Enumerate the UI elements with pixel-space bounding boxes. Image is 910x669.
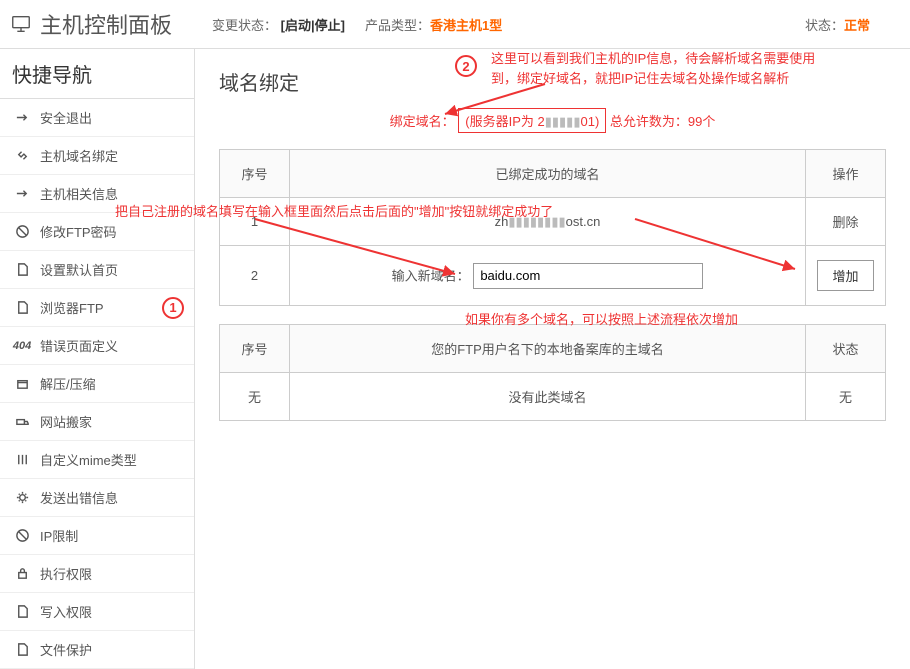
sidebar-item-label: 主机相关信息: [40, 184, 118, 203]
sidebar-item-label: IP限制: [40, 526, 78, 545]
th-status: 状态: [806, 325, 886, 373]
arrow-right-icon: [14, 186, 30, 202]
input-label: 输入新域名：: [392, 268, 470, 283]
host-status: 状态：正常: [805, 15, 870, 34]
sidebar-title: 快捷导航: [0, 49, 194, 99]
page-icon: [14, 642, 30, 658]
sidebar-item-domain-bind[interactable]: 主机域名绑定: [0, 137, 194, 175]
cell-domain: 没有此类域名: [290, 373, 806, 421]
cell-domain: zh▮▮▮▮▮▮▮▮ost.cn: [290, 198, 806, 246]
change-status: 变更状态： [启动|停止]: [212, 15, 345, 34]
sidebar-item-host-info[interactable]: 主机相关信息: [0, 175, 194, 213]
sidebar-item-label: 写入权限: [40, 602, 92, 621]
th-index: 序号: [220, 150, 290, 198]
th-index: 序号: [220, 325, 290, 373]
sidebar-item-label: 安全退出: [40, 108, 92, 127]
cell-index: 无: [220, 373, 290, 421]
page-icon: [14, 604, 30, 620]
start-stop-link[interactable]: [启动|停止]: [281, 18, 345, 33]
table-row-add: 2 输入新域名： 增加: [220, 246, 886, 306]
server-ip-box: (服务器IP为 2▮▮▮▮▮01): [458, 108, 606, 133]
arrow-right-icon: [14, 110, 30, 126]
link-icon: [14, 148, 30, 164]
block-icon: [14, 528, 30, 544]
sidebar-item-label: 主机域名绑定: [40, 146, 118, 165]
sidebar-item-label: 设置默认首页: [40, 260, 118, 279]
cell-add-domain: 输入新域名：: [290, 246, 806, 306]
monitor-icon: [10, 13, 32, 35]
sidebar-item-compress[interactable]: 解压/压缩: [0, 365, 194, 403]
404-icon: 404: [14, 338, 30, 354]
cell-index: 2: [220, 246, 290, 306]
sidebar-item-error-page[interactable]: 404 错误页面定义: [0, 327, 194, 365]
annotation-badge-1: 1: [162, 297, 184, 319]
table-row: 无 没有此类域名 无: [220, 373, 886, 421]
bind-info-line: 绑定域名： (服务器IP为 2▮▮▮▮▮01) 总允许数为：99个: [219, 108, 886, 133]
bound-domains-table: 序号 已绑定成功的域名 操作 1 zh▮▮▮▮▮▮▮▮ost.cn 删除 2 输…: [219, 149, 886, 306]
block-icon: [14, 224, 30, 240]
sidebar-item-error-send[interactable]: 发送出错信息: [0, 479, 194, 517]
sidebar-item-mime[interactable]: 自定义mime类型: [0, 441, 194, 479]
sidebar-item-default-page[interactable]: 设置默认首页: [0, 251, 194, 289]
archive-icon: [14, 376, 30, 392]
product-type: 产品类型：香港主机1型: [365, 15, 502, 34]
sidebar-item-label: 执行权限: [40, 564, 92, 583]
add-button[interactable]: 增加: [817, 260, 873, 291]
section-title: 域名绑定: [219, 67, 886, 96]
sidebar-item-label: 网站搬家: [40, 412, 92, 431]
new-domain-input[interactable]: [473, 263, 703, 289]
cell-status: 无: [806, 373, 886, 421]
sidebar-item-label: 文件保护: [40, 640, 92, 659]
sidebar-item-label: 自定义mime类型: [40, 450, 137, 469]
th-operation: 操作: [806, 150, 886, 198]
sidebar-item-file-protect[interactable]: 文件保护: [0, 631, 194, 669]
sidebar-item-ip-limit[interactable]: IP限制: [0, 517, 194, 555]
sidebar-item-exec-perm[interactable]: 执行权限: [0, 555, 194, 593]
sidebar-item-browser-ftp[interactable]: 浏览器FTP 1: [0, 289, 194, 327]
sidebar-item-write-perm[interactable]: 写入权限: [0, 593, 194, 631]
sidebar-item-site-move[interactable]: 网站搬家: [0, 403, 194, 441]
sidebar-item-logout[interactable]: 安全退出: [0, 99, 194, 137]
truck-icon: [14, 414, 30, 430]
page-icon: [14, 262, 30, 278]
th-domain: 您的FTP用户名下的本地备案库的主域名: [290, 325, 806, 373]
sliders-icon: [14, 452, 30, 468]
th-domain: 已绑定成功的域名: [290, 150, 806, 198]
sidebar-item-label: 浏览器FTP: [40, 298, 104, 317]
sidebar-item-label: 发送出错信息: [40, 488, 118, 507]
page-icon: [14, 300, 30, 316]
lock-icon: [14, 566, 30, 582]
gear-icon: [14, 490, 30, 506]
sidebar-item-ftp-password[interactable]: 修改FTP密码: [0, 213, 194, 251]
sidebar-item-label: 错误页面定义: [40, 336, 118, 355]
sidebar-item-label: 解压/压缩: [40, 374, 96, 393]
table-row: 1 zh▮▮▮▮▮▮▮▮ost.cn 删除: [220, 198, 886, 246]
page-main-title: 主机控制面板: [10, 8, 172, 40]
ftp-domains-table: 序号 您的FTP用户名下的本地备案库的主域名 状态 无 没有此类域名 无: [219, 324, 886, 421]
sidebar-item-label: 修改FTP密码: [40, 222, 117, 241]
cell-index: 1: [220, 198, 290, 246]
delete-link[interactable]: 删除: [832, 215, 858, 230]
